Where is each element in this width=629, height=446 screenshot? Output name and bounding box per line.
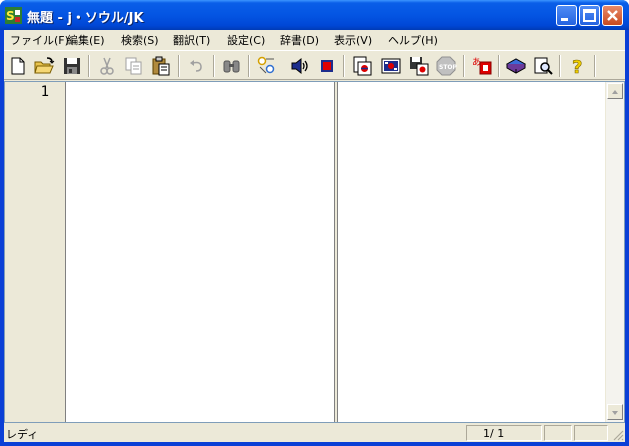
translate-doc-icon[interactable]	[351, 55, 373, 77]
vertical-scrollbar[interactable]	[605, 82, 624, 422]
paste-icon[interactable]	[150, 55, 172, 77]
svg-text:S: S	[6, 9, 15, 23]
dictionary-book-icon[interactable]	[505, 55, 527, 77]
toolbar-separator	[248, 55, 250, 77]
application-window: S 無題 - j・ソウル/JK ファイル(F) 編集(E) 検索(S) 翻訳(T…	[0, 0, 629, 446]
toolbar-separator	[343, 55, 345, 77]
menu-search[interactable]: 検索(S)	[121, 32, 159, 48]
stop-speak-icon[interactable]	[316, 55, 338, 77]
toolbar-separator	[178, 55, 180, 77]
scroll-down-button[interactable]	[607, 404, 623, 420]
toolbar-separator	[213, 55, 215, 77]
menu-help[interactable]: ヘルプ(H)	[388, 32, 438, 48]
maximize-button[interactable]	[579, 5, 600, 26]
toolbar: STOP あ ?	[4, 50, 625, 80]
save-icon[interactable]	[61, 55, 83, 77]
app-icon[interactable]: S	[5, 7, 22, 24]
menu-settings[interactable]: 設定(C)	[227, 32, 265, 48]
translate-save-icon[interactable]	[408, 55, 430, 77]
toolbar-separator	[559, 55, 561, 77]
client-area: ファイル(F) 編集(E) 検索(S) 翻訳(T) 設定(C) 辞書(D) 表示…	[4, 30, 625, 442]
source-text-pane[interactable]	[66, 82, 334, 422]
new-file-icon[interactable]	[7, 55, 29, 77]
toolbar-separator	[498, 55, 500, 77]
toolbar-separator	[594, 55, 596, 77]
position-panel: 1/ 1	[466, 425, 542, 441]
status-panel-empty	[544, 425, 572, 441]
editor-area: 1	[4, 81, 625, 423]
title-bar[interactable]: S 無題 - j・ソウル/JK	[0, 0, 629, 30]
toolbar-separator	[463, 55, 465, 77]
menu-dictionary[interactable]: 辞書(D)	[280, 32, 319, 48]
copy-icon[interactable]	[123, 55, 145, 77]
window-title: 無題 - j・ソウル/JK	[27, 11, 144, 26]
line-number: 1	[40, 84, 49, 100]
line-number-gutter: 1	[5, 82, 66, 422]
dictionary-search-icon[interactable]	[532, 55, 554, 77]
menu-file[interactable]: ファイル(F)	[10, 32, 69, 48]
open-folder-icon[interactable]	[33, 55, 55, 77]
find-icon[interactable]	[221, 55, 243, 77]
minimize-button[interactable]	[556, 5, 577, 26]
translate-flag-icon[interactable]	[380, 55, 402, 77]
close-button[interactable]	[602, 5, 623, 26]
menu-view[interactable]: 表示(V)	[334, 32, 372, 48]
svg-text:STOP: STOP	[439, 64, 457, 71]
translation-text-pane[interactable]	[338, 82, 605, 422]
cut-icon[interactable]	[96, 55, 118, 77]
svg-text:?: ?	[572, 57, 582, 77]
translate-icon[interactable]	[256, 55, 278, 77]
speak-icon[interactable]	[289, 55, 311, 77]
position-text: 1/ 1	[483, 427, 505, 440]
toolbar-separator	[88, 55, 90, 77]
dictionary-register-icon[interactable]: あ	[471, 55, 493, 77]
undo-icon[interactable]	[186, 55, 208, 77]
menu-translate[interactable]: 翻訳(T)	[173, 32, 210, 48]
status-panel-empty	[574, 425, 608, 441]
resize-grip[interactable]	[612, 429, 624, 441]
stop-translate-icon[interactable]: STOP	[435, 55, 457, 77]
help-icon[interactable]: ?	[566, 55, 588, 77]
scroll-up-button[interactable]	[607, 83, 623, 99]
status-bar: レディ 1/ 1	[4, 424, 625, 442]
menu-edit[interactable]: 編集(E)	[67, 32, 105, 48]
status-text: レディ	[6, 428, 39, 441]
menu-bar: ファイル(F) 編集(E) 検索(S) 翻訳(T) 設定(C) 辞書(D) 表示…	[4, 30, 625, 49]
